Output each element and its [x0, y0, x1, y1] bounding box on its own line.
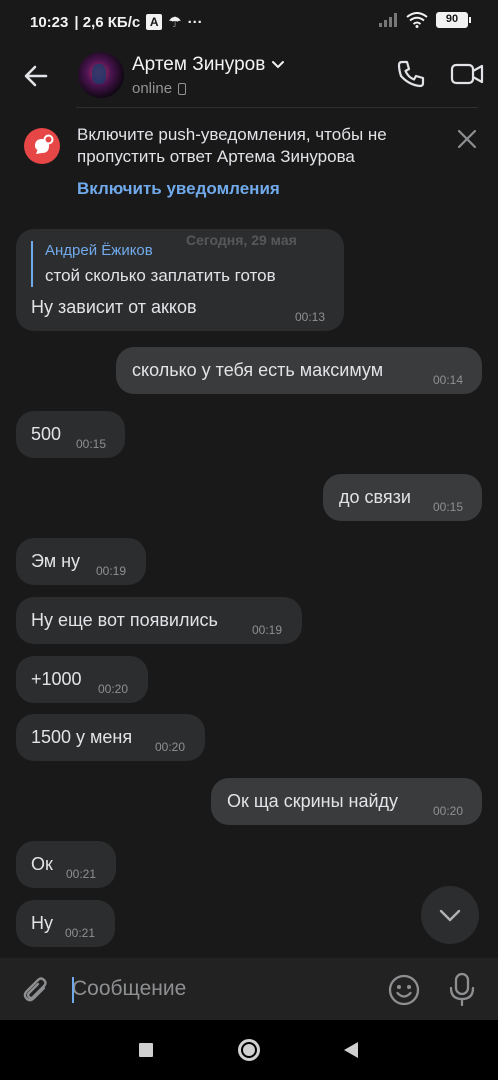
notification-bell-icon: [24, 128, 60, 164]
avatar[interactable]: [78, 52, 124, 98]
recent-apps-icon[interactable]: [139, 1043, 153, 1057]
incoming-message[interactable]: 1500 у меня 00:20: [16, 714, 205, 761]
message-time: 00:20: [433, 804, 464, 818]
video-call-icon[interactable]: [450, 58, 484, 90]
system-navigation-bar: [0, 1020, 498, 1080]
message-text: 500: [31, 424, 62, 444]
app-notification-icon: A: [146, 14, 163, 30]
contact-status: online: [132, 80, 187, 97]
back-icon[interactable]: [344, 1042, 358, 1058]
back-arrow-icon[interactable]: [20, 60, 52, 92]
push-notification-banner: Включите push-уведомления, чтобы не проп…: [0, 108, 498, 216]
outgoing-message[interactable]: до связи 00:15: [323, 474, 482, 521]
message-time: 00:19: [96, 564, 127, 578]
status-bar-left: 10:23 | 2,6 КБ/с A ☂ ···: [30, 13, 203, 32]
emoji-icon[interactable]: [387, 973, 421, 1007]
incoming-message[interactable]: 500 00:15: [16, 411, 125, 458]
battery-icon: 90: [436, 12, 471, 28]
status-time: 10:23: [30, 13, 69, 31]
message-input[interactable]: [72, 974, 372, 1004]
message-time: 00:20: [98, 682, 129, 696]
incoming-message[interactable]: Ну 00:21: [16, 900, 115, 947]
message-time: 00:15: [76, 437, 107, 451]
chat-header: Артем Зинуров online: [0, 44, 498, 108]
message-text: Ну еще вот появились: [31, 610, 218, 630]
status-net-speed: | 2,6 КБ/с: [74, 13, 141, 31]
home-icon[interactable]: [238, 1039, 260, 1061]
banner-text: Включите push-уведомления, чтобы не проп…: [77, 125, 387, 166]
more-notifications-icon: ···: [187, 13, 203, 31]
message-compose-bar: [0, 958, 498, 1020]
incoming-message[interactable]: +1000 00:20: [16, 656, 148, 703]
reply-text: стой сколько заплатить готов: [45, 266, 276, 285]
message-time: 00:21: [66, 867, 97, 881]
paperclip-icon[interactable]: [20, 974, 52, 1006]
contact-name-button[interactable]: Артем Зинуров: [132, 54, 285, 76]
enable-notifications-link[interactable]: Включить уведомления: [77, 179, 280, 199]
message-text: Ок: [31, 854, 53, 874]
umbrella-icon: ☂: [168, 14, 182, 31]
outgoing-message[interactable]: Ок ща скрины найду 00:20: [211, 778, 482, 825]
message-text: Ок ща скрины найду: [227, 791, 399, 811]
contact-name: Артем Зинуров: [132, 54, 266, 75]
outgoing-message[interactable]: сколько у тебя есть максимум 00:14: [116, 347, 482, 394]
microphone-icon[interactable]: [447, 972, 477, 1006]
message-time: 00:19: [252, 623, 283, 637]
close-icon[interactable]: [456, 128, 478, 150]
phone-call-icon[interactable]: [395, 58, 427, 90]
status-bar: 10:23 | 2,6 КБ/с A ☂ ··· 90: [0, 0, 498, 44]
message-text: сколько у тебя есть максимум: [132, 360, 384, 380]
chevron-down-icon: [439, 909, 461, 922]
text-cursor: [72, 977, 74, 1003]
status-bar-right: 90: [378, 12, 471, 28]
incoming-message[interactable]: Ну еще вот появились 00:19: [16, 597, 302, 644]
message-time: 00:13: [295, 310, 326, 324]
wifi-icon: [406, 12, 428, 28]
mobile-device-icon: [178, 82, 187, 95]
incoming-message[interactable]: Эм ну 00:19: [16, 538, 146, 585]
date-label: Сегодня, 29 мая: [186, 232, 297, 248]
message-text: до связи: [339, 487, 411, 507]
message-text: Ну: [31, 913, 53, 933]
message-text: 1500 у меня: [31, 727, 133, 747]
message-time: 00:21: [65, 926, 96, 940]
message-text: +1000: [31, 669, 82, 689]
message-time: 00:14: [433, 373, 464, 387]
signal-icon: [379, 13, 397, 27]
scroll-to-bottom-button[interactable]: [421, 886, 479, 944]
chevron-down-icon: [272, 61, 285, 69]
incoming-message[interactable]: Ок 00:21: [16, 841, 116, 888]
message-time: 00:20: [155, 740, 186, 754]
message-text: Эм ну: [31, 551, 81, 571]
status-text: online: [132, 80, 173, 97]
message-time: 00:15: [433, 500, 464, 514]
message-text: Ну зависит от акков: [31, 297, 197, 317]
